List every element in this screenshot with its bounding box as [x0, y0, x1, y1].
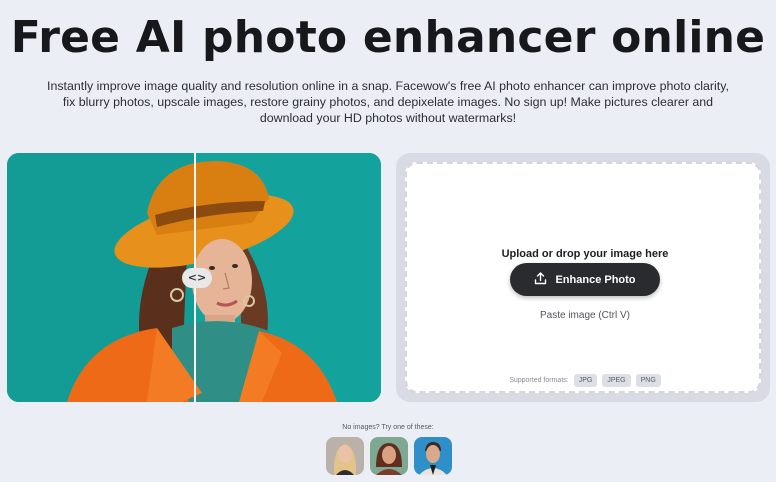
- supported-formats-label: Supported formats:: [509, 377, 569, 384]
- page-description: Instantly improve image quality and reso…: [47, 79, 729, 125]
- before-after-comparison[interactable]: <>: [7, 153, 381, 402]
- format-badge-jpg: JPG: [573, 374, 598, 387]
- enhance-photo-label: Enhance Photo: [555, 273, 636, 286]
- sample-image-3[interactable]: [414, 437, 452, 475]
- paste-image-link[interactable]: Paste image (Ctrl V): [407, 310, 763, 321]
- comparison-slider-handle[interactable]: <>: [182, 268, 212, 288]
- format-badge-png: PNG: [635, 374, 661, 387]
- drop-zone[interactable]: Upload or drop your image here Enhance P…: [405, 162, 761, 393]
- page-title: Free AI photo enhancer online: [10, 12, 766, 63]
- sample-image-2[interactable]: [370, 437, 408, 475]
- upload-prompt: Upload or drop your image here: [501, 248, 669, 260]
- supported-formats: Supported formats: JPG JPEG PNG: [407, 374, 763, 387]
- upload-panel: Upload or drop your image here Enhance P…: [396, 153, 770, 402]
- sample-image-1[interactable]: [326, 437, 364, 475]
- sample-images-label: No images? Try one of these:: [342, 424, 434, 431]
- enhance-photo-button[interactable]: Enhance Photo: [510, 263, 660, 296]
- sample-images: [326, 437, 452, 475]
- upload-icon: [534, 271, 547, 288]
- format-badge-jpeg: JPEG: [602, 374, 631, 387]
